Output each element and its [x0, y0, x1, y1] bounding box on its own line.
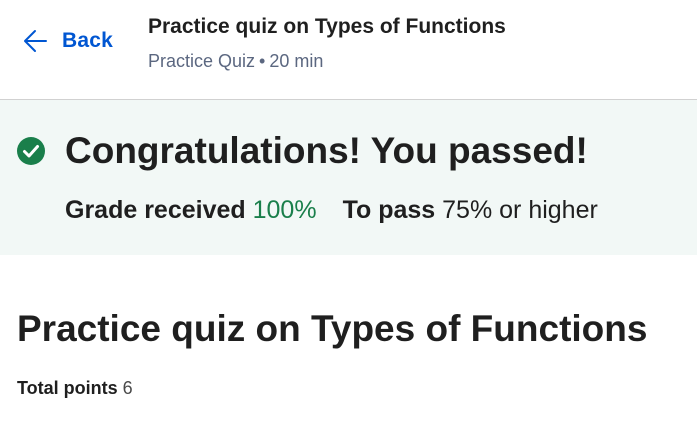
- arrow-left-icon: [22, 28, 48, 54]
- grade-received-value: 100%: [252, 196, 317, 224]
- to-pass-label: To pass: [342, 196, 436, 224]
- page-header: Back Practice quiz on Types of Functions…: [0, 0, 697, 100]
- header-meta: Practice Quiz • 20 min: [148, 51, 323, 72]
- back-button[interactable]: Back: [22, 28, 113, 54]
- check-circle-icon: [17, 137, 45, 165]
- result-message: Congratulations! You passed!: [65, 130, 588, 171]
- quiz-type: Practice Quiz: [148, 51, 256, 71]
- back-label: Back: [62, 29, 114, 52]
- meta-separator: •: [259, 51, 266, 71]
- total-points: Total points 6: [17, 378, 133, 399]
- header-title: Practice quiz on Types of Functions: [148, 15, 506, 38]
- quiz-results-page: Back Practice quiz on Types of Functions…: [0, 0, 697, 421]
- grade-received-label: Grade received: [65, 196, 246, 224]
- total-points-value: 6: [122, 378, 133, 398]
- quiz-title: Practice quiz on Types of Functions: [17, 308, 648, 349]
- total-points-label: Total points: [17, 378, 118, 398]
- result-banner: Congratulations! You passed! Grade recei…: [0, 100, 697, 255]
- to-pass-value: 75% or higher: [442, 196, 598, 224]
- grade-summary: Grade received 100% To pass 75% or higher: [65, 196, 598, 225]
- quiz-duration: 20 min: [269, 51, 324, 71]
